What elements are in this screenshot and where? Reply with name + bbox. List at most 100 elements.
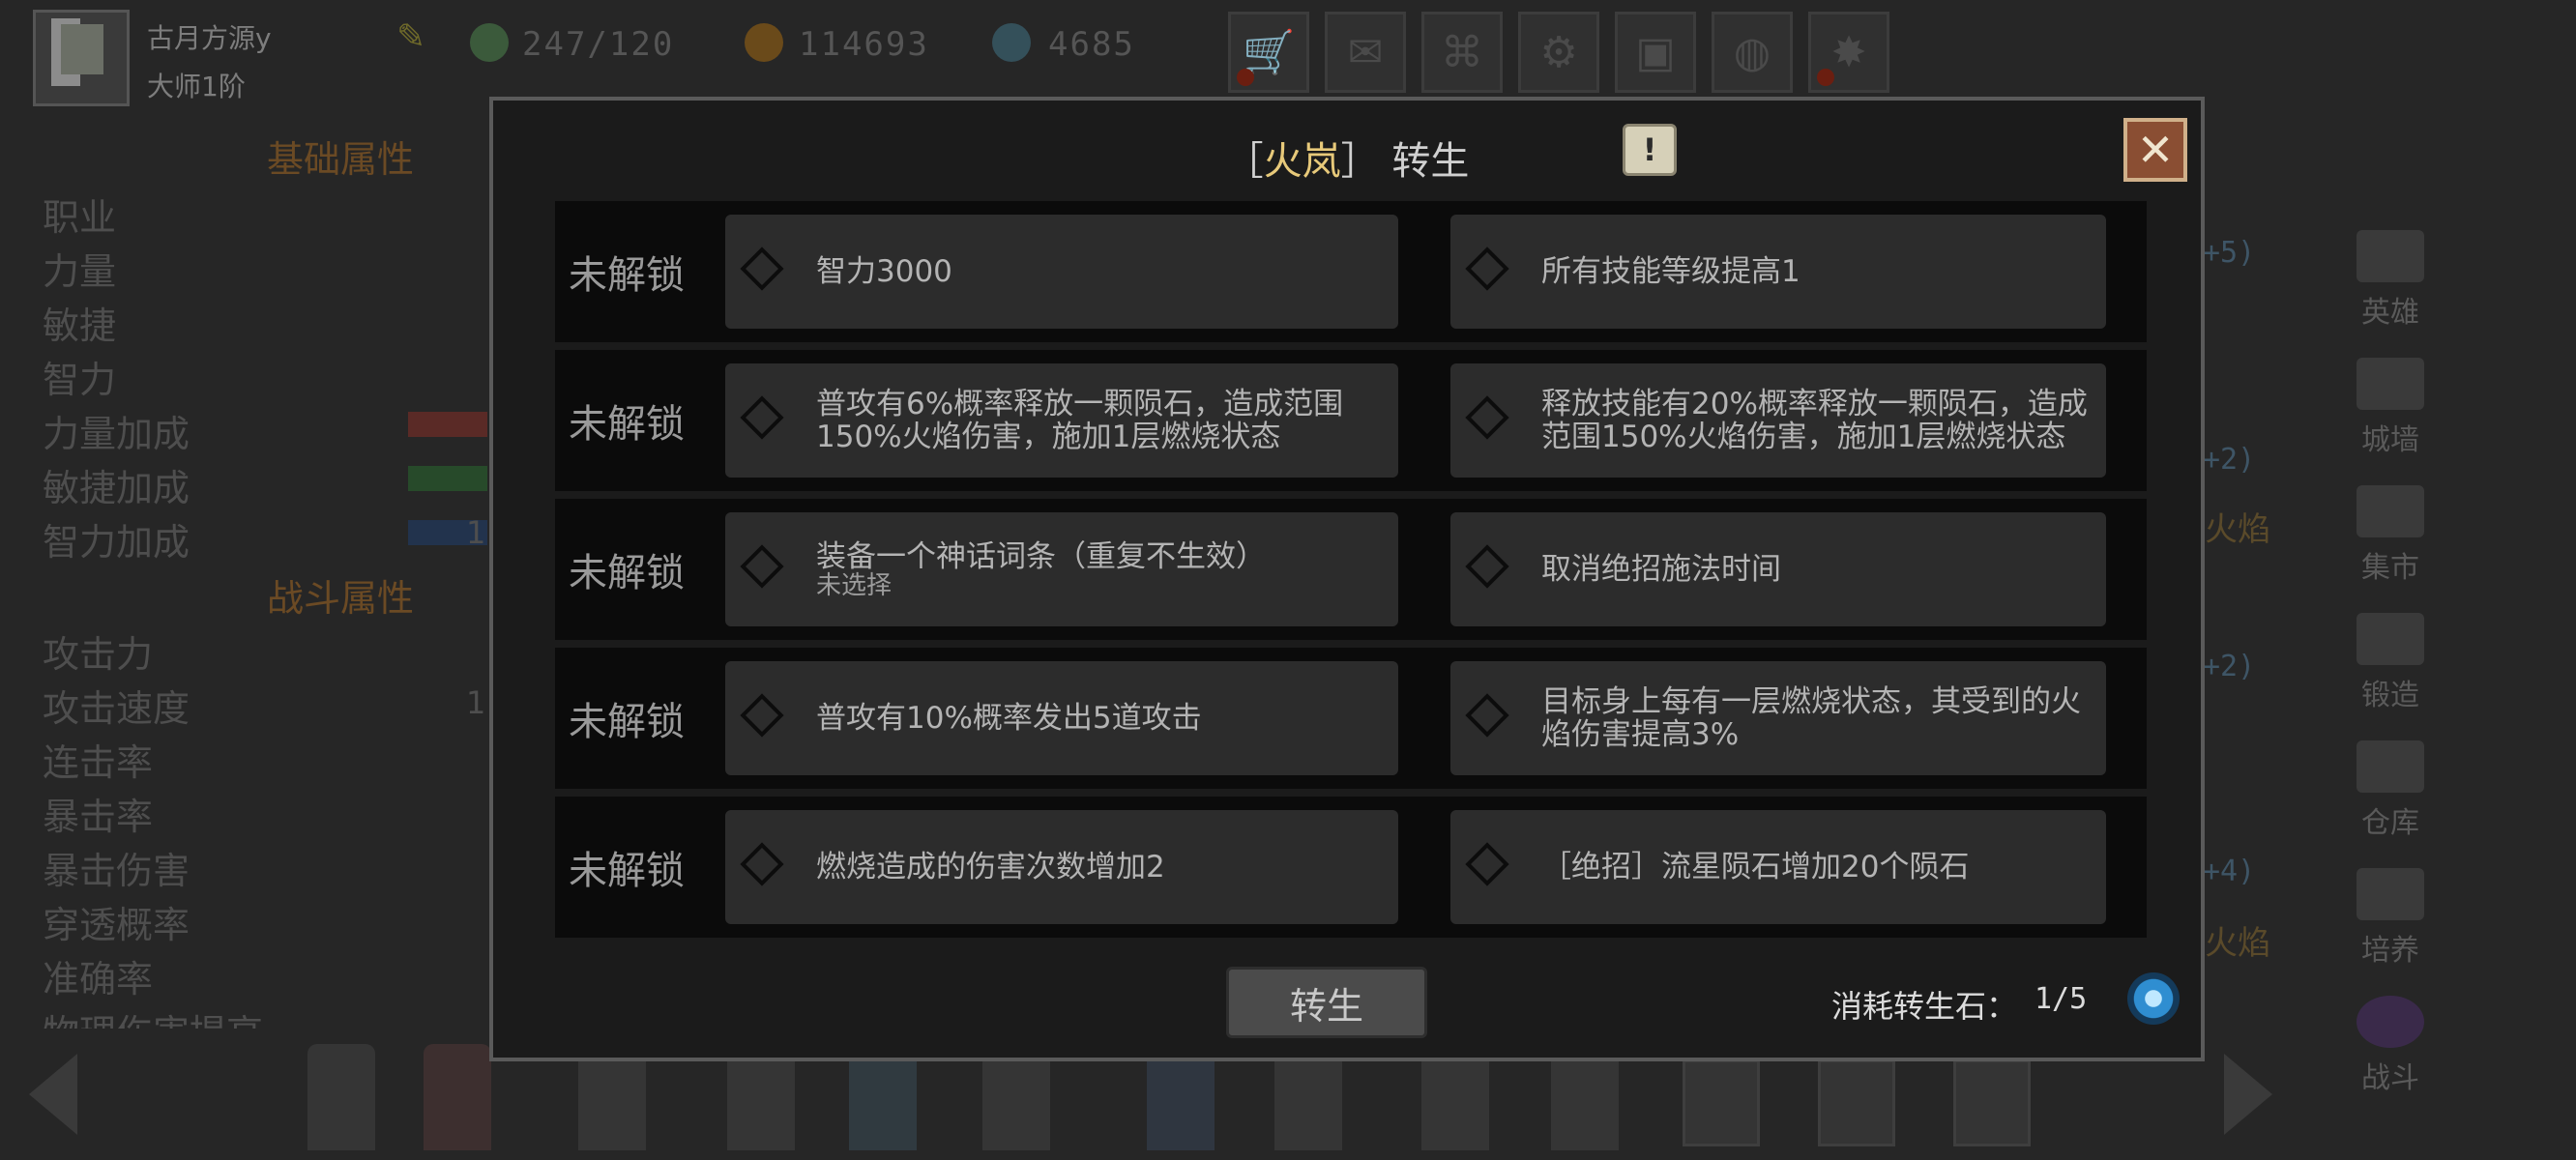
ghost-word: 火焰: [2205, 924, 2270, 963]
bonus-text: 普攻有10%概率发出5道攻击: [816, 701, 1202, 736]
gift-icon[interactable]: ▣: [1615, 12, 1696, 93]
locked-slot-lock-icon: [1683, 1059, 1760, 1146]
rebirth-tier-row: 未解锁 智力3000 所有技能等级提高1: [555, 201, 2147, 342]
nav-battle[interactable]: 战斗: [2340, 996, 2441, 1096]
bonus-option-right[interactable]: 所有技能等级提高1: [1450, 215, 2106, 329]
stat-label: 智力加成: [43, 521, 190, 564]
ghost-value: +2): [2203, 650, 2256, 683]
market-icon: [2356, 485, 2424, 537]
train-icon: [2356, 868, 2424, 920]
bonus-option-left[interactable]: 燃烧造成的伤害次数增加2: [725, 810, 1398, 924]
bonus-text: 释放技能有20%概率释放一颗陨石，造成范围150%火焰伤害，施加1层燃烧状态: [1541, 387, 2088, 454]
stat-label: 智力: [43, 359, 117, 401]
locked-slot-lock-icon: [1818, 1059, 1895, 1146]
diamond-select-icon: [1465, 395, 1509, 440]
diamond-select-icon: [740, 395, 784, 440]
nav-label: 仓库: [2361, 806, 2419, 840]
fireworks-icon[interactable]: ✸: [1808, 12, 1889, 93]
wall-icon: [2356, 358, 2424, 410]
nav-label: 培养: [2361, 934, 2419, 968]
stat-label: 攻击力: [43, 633, 154, 676]
ghost-value: +2): [2203, 443, 2256, 477]
bonus-option-left[interactable]: 普攻有6%概率释放一颗陨石，造成范围150%火焰伤害，施加1层燃烧状态: [725, 363, 1398, 478]
nav-market[interactable]: 集市: [2340, 485, 2441, 586]
bonus-text: 普攻有6%概率释放一颗陨石，造成范围150%火焰伤害，施加1层燃烧状态: [816, 387, 1344, 454]
selection-status: 未选择: [816, 571, 893, 600]
energy-counter: 247/120: [522, 25, 675, 64]
hero-helmet-icon: [2356, 230, 2424, 282]
hero-name: 火岚: [1263, 139, 1341, 184]
nav-label: 战斗: [2361, 1061, 2419, 1095]
bonus-text: 所有技能等级提高1: [1541, 254, 1800, 289]
lock-status: 未解锁: [569, 253, 685, 298]
bonus-option-right[interactable]: 释放技能有20%概率释放一颗陨石，造成范围150%火焰伤害，施加1层燃烧状态: [1450, 363, 2106, 478]
bonus-option-left[interactable]: 装备一个神话词条（重复不生效） 未选择: [725, 512, 1398, 626]
ghost-word: 火焰: [2205, 510, 2270, 549]
portal-icon: [2356, 996, 2424, 1048]
title-bracket: ］: [1340, 139, 1380, 184]
dialog-title: ［火岚］ 转生: [493, 130, 2201, 186]
nav-hero[interactable]: 英雄: [2340, 230, 2441, 331]
hero-portrait[interactable]: [424, 1044, 491, 1150]
gear-icon[interactable]: ⚙: [1518, 12, 1599, 93]
lock-status: 未解锁: [569, 551, 685, 595]
strength-bonus-bar: [408, 412, 487, 437]
next-page-arrow-icon[interactable]: [2224, 1054, 2272, 1135]
stat-label: 物理伤害提高: [43, 1003, 263, 1029]
diamond-select-icon: [1465, 544, 1509, 589]
diamond-select-icon: [1465, 693, 1509, 738]
bonus-option-right[interactable]: 取消绝招施法时间: [1450, 512, 2106, 626]
stat-label: 连击率: [43, 741, 154, 784]
prev-page-arrow-icon[interactable]: [29, 1054, 77, 1135]
title-text: 转生: [1391, 139, 1470, 184]
shop-cart-icon[interactable]: 🛒: [1228, 12, 1309, 93]
cost-label: 消耗转生石：: [1831, 988, 2018, 1025]
rebirth-dialog: ［火岚］ 转生 ! ✕ 未解锁 智力3000 所有技能等级提高1 未解锁 普攻有…: [489, 97, 2205, 1061]
rebirth-tier-row: 未解锁 燃烧造成的伤害次数增加2 ［绝招］流星陨石增加20个陨石: [555, 797, 2147, 938]
bonus-option-left[interactable]: 智力3000: [725, 215, 1398, 329]
stat-label: 敏捷: [43, 304, 117, 347]
lock-status: 未解锁: [569, 849, 685, 893]
bonus-text: 装备一个神话词条（重复不生效）: [816, 539, 1266, 574]
color-wheel-icon[interactable]: ◍: [1712, 12, 1793, 93]
nav-label: 锻造: [2361, 679, 2419, 712]
hero-portrait[interactable]: [307, 1044, 375, 1150]
stat-label: 力量加成: [43, 413, 190, 455]
alert-dot: [1817, 69, 1834, 86]
rebirth-tier-row: 未解锁 普攻有6%概率释放一颗陨石，造成范围150%火焰伤害，施加1层燃烧状态 …: [555, 350, 2147, 491]
alert-dot: [1237, 69, 1254, 86]
energy-icon: [470, 23, 509, 62]
stat-label: 穿透概率: [43, 904, 190, 946]
info-button[interactable]: !: [1623, 124, 1677, 176]
nav-label: 集市: [2361, 551, 2419, 585]
cost-value: 1/5: [2034, 982, 2088, 1016]
diamond-select-icon: [1465, 842, 1509, 886]
rebirth-button[interactable]: 转生: [1226, 967, 1427, 1038]
bonus-option-left[interactable]: 普攻有10%概率发出5道攻击: [725, 661, 1398, 775]
bonus-text: ［绝招］流星陨石增加20个陨石: [1541, 850, 1970, 884]
gem-icon: [992, 23, 1031, 62]
diamond-select-icon: [740, 544, 784, 589]
bonus-option-right[interactable]: ［绝招］流星陨石增加20个陨石: [1450, 810, 2106, 924]
mail-icon[interactable]: ✉: [1325, 12, 1406, 93]
stat-label: 暴击伤害: [43, 850, 190, 892]
bonus-option-right[interactable]: 目标身上每有一层燃烧状态，其受到的火焰伤害提高3%: [1450, 661, 2106, 775]
lock-status: 未解锁: [569, 402, 685, 447]
rebirth-stone-icon: [2127, 972, 2180, 1025]
nav-label: 英雄: [2361, 296, 2419, 330]
warehouse-icon: [2356, 740, 2424, 793]
gamepad-icon[interactable]: ⌘: [1421, 12, 1503, 93]
nav-wall[interactable]: 城墙: [2340, 358, 2441, 458]
avatar-face: [61, 24, 103, 74]
close-icon: ✕: [2136, 124, 2175, 176]
stat-label: 力量: [43, 250, 117, 293]
player-avatar[interactable]: [33, 10, 130, 106]
gem-counter: 4685: [1048, 25, 1135, 64]
nav-train[interactable]: 培养: [2340, 868, 2441, 969]
nav-warehouse[interactable]: 仓库: [2340, 740, 2441, 841]
close-button[interactable]: ✕: [2123, 118, 2187, 182]
gold-coin-icon: [745, 23, 783, 62]
player-rank: 大师1阶: [147, 71, 246, 102]
edit-name-icon[interactable]: ✎: [396, 17, 435, 57]
nav-forge[interactable]: 锻造: [2340, 613, 2441, 713]
